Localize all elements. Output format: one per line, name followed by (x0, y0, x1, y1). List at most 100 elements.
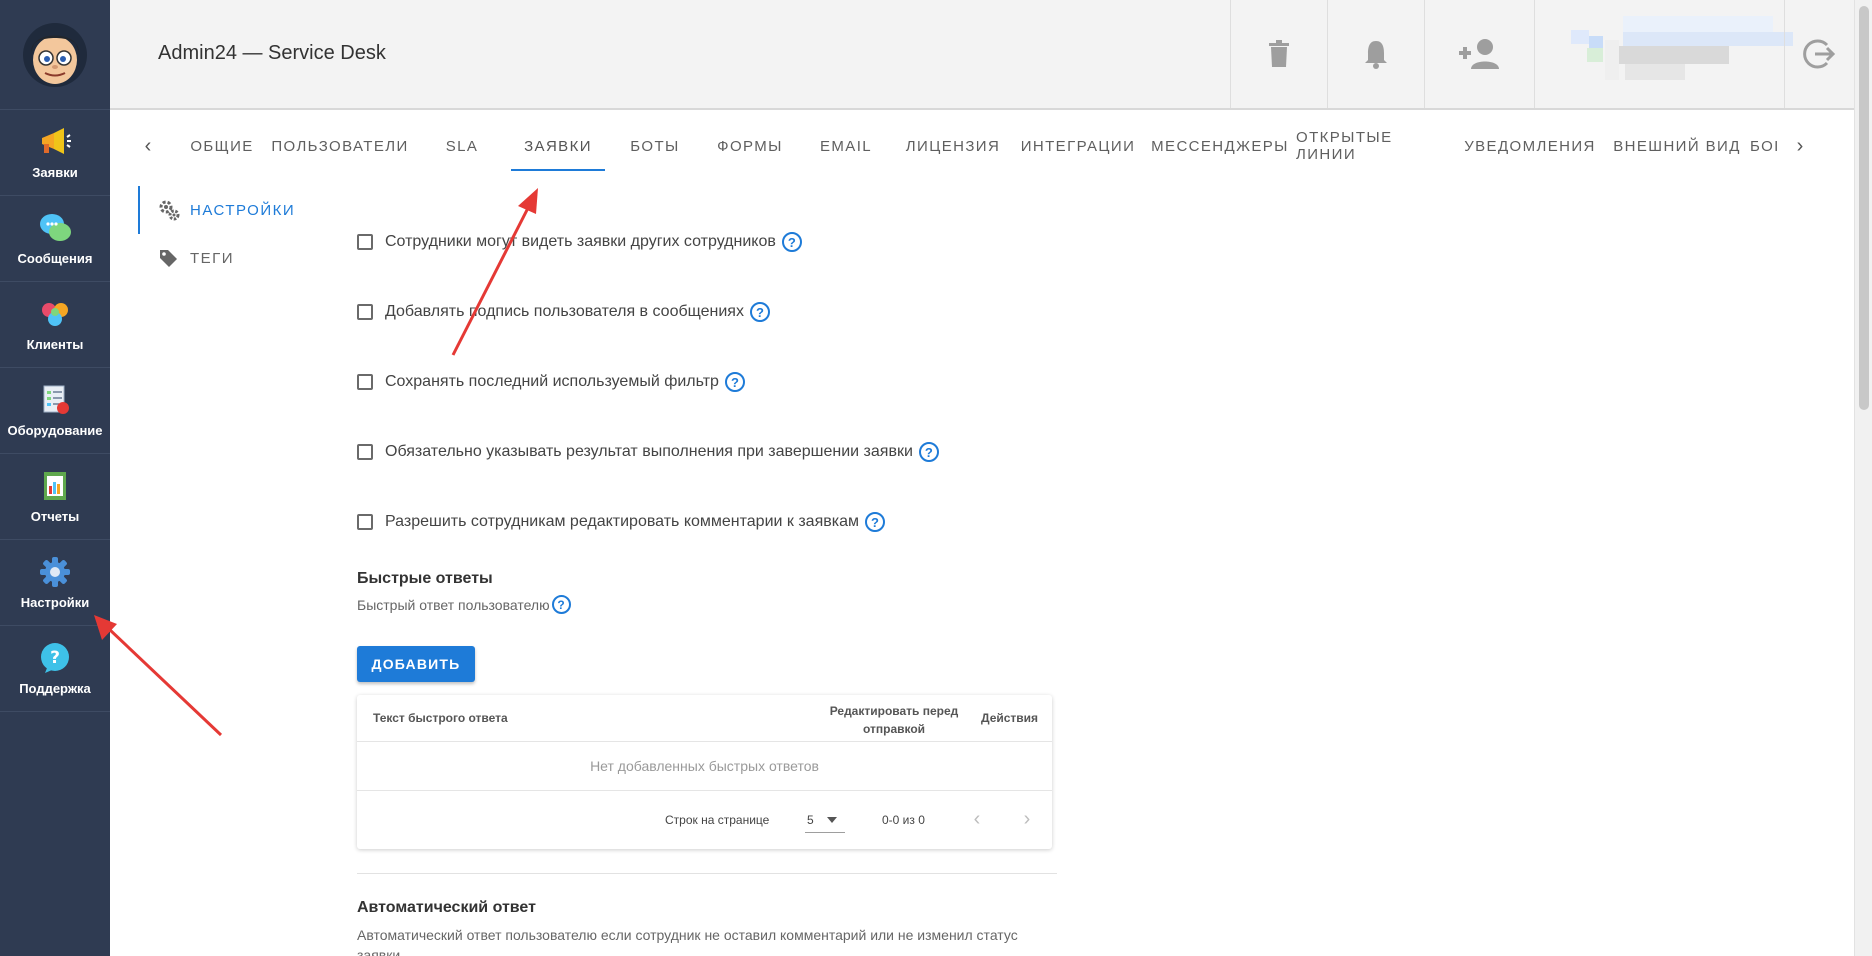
rows-per-page-select[interactable]: 5 (805, 805, 845, 833)
tab-more-truncated[interactable]: БОІ (1750, 120, 1780, 172)
tab-requests[interactable]: ЗАЯВКИ (511, 120, 605, 172)
checkbox[interactable] (357, 444, 373, 460)
rows-per-page-value: 5 (807, 813, 814, 827)
setting-row-signature[interactable]: Добавлять подпись пользователя в сообщен… (357, 298, 770, 326)
next-page-button[interactable]: › (1013, 805, 1041, 833)
help-icon[interactable]: ? (551, 595, 571, 614)
settings-tabs: ‹ ОБЩИЕ ПОЛЬЗОВАТЕЛИ SLA ЗАЯВКИ БОТЫ ФОР… (130, 120, 1820, 172)
help-icon[interactable]: ? (749, 302, 770, 322)
setting-row-see-others[interactable]: Сотрудники могут видеть заявки других со… (357, 228, 802, 256)
tab-integrations[interactable]: ИНТЕГРАЦИИ (1012, 120, 1144, 172)
col-header-actions: Действия (981, 711, 1039, 725)
tab-open-lines[interactable]: ОТКРЫТЫЕ ЛИНИИ (1296, 120, 1458, 172)
tabs-scroll-left-button[interactable]: ‹ (130, 120, 166, 172)
col-header-edit[interactable]: Редактировать перед отправкой (809, 702, 979, 738)
tab-bots[interactable]: БОТЫ (612, 120, 698, 172)
chevron-right-icon: › (1023, 807, 1031, 830)
table-pagination: Строк на странице 5 0-0 из 0 ‹ › (357, 791, 1052, 849)
svg-text:?: ? (50, 648, 60, 668)
sidebar-item-requests[interactable]: Заявки (0, 110, 110, 196)
tags-icon (158, 247, 180, 269)
tab-license[interactable]: ЛИЦЕНЗИЯ (892, 120, 1014, 172)
submenu-item-label: НАСТРОЙКИ (190, 201, 296, 219)
auto-reply-title: Автоматический ответ (357, 899, 536, 916)
section-divider (357, 873, 1057, 874)
help-icon[interactable]: ? (781, 232, 802, 252)
arrow-to-requests-tab (451, 188, 538, 356)
sidebar-item-support[interactable]: ? Поддержка (0, 626, 110, 712)
table-header: Текст быстрого ответа Редактировать пере… (357, 695, 1052, 742)
help-icon[interactable]: ? (865, 512, 885, 532)
setting-row-edit-comments[interactable]: Разрешить сотрудникам редактировать комм… (357, 508, 885, 536)
sidebar-item-clients[interactable]: Клиенты (0, 282, 110, 368)
settings-submenu: НАСТРОЙКИ ТЕГИ (138, 186, 318, 282)
submenu-item-settings[interactable]: НАСТРОЙКИ (138, 186, 318, 234)
tab-notifications[interactable]: УВЕДОМЛЕНИЯ (1456, 120, 1604, 172)
setting-label: Разрешить сотрудникам редактировать комм… (385, 513, 859, 530)
sidebar-item-label: Оборудование (7, 423, 103, 438)
sidebar-item-reports[interactable]: Отчеты (0, 454, 110, 540)
megaphone-icon (38, 125, 72, 159)
sidebar-item-settings[interactable]: Настройки (0, 540, 110, 626)
quick-replies-subtitle: Быстрый ответ пользователю ? (357, 595, 571, 614)
page-scrollbar[interactable] (1854, 0, 1872, 956)
auto-reply-description-line2: заявки (357, 947, 401, 956)
sidebar-item-label: Поддержка (19, 681, 91, 696)
sidebar-item-label: Клиенты (26, 337, 84, 352)
checkbox[interactable] (357, 514, 373, 530)
col-header-edit-line2: отправкой (862, 722, 926, 736)
col-header-edit-line1: Редактировать перед (829, 704, 959, 718)
setting-label: Сохранять последний используемый фильтр (385, 373, 719, 390)
quick-replies-subtitle-text: Быстрый ответ пользователю (357, 596, 550, 613)
add-user-button[interactable] (1424, 0, 1534, 108)
arrow-to-settings-item (94, 615, 223, 737)
logout-button[interactable] (1784, 0, 1854, 108)
checkbox[interactable] (357, 374, 373, 390)
sidebar-item-messages[interactable]: Сообщения (0, 196, 110, 282)
chevron-left-icon: ‹ (144, 134, 152, 157)
help-icon[interactable]: ? (724, 372, 745, 392)
chevron-left-icon: ‹ (973, 807, 981, 830)
submenu-item-label: ТЕГИ (190, 249, 235, 267)
gear-icon (38, 555, 72, 589)
setting-label: Сотрудники могут видеть заявки других со… (385, 233, 776, 250)
equipment-checklist-icon (38, 383, 72, 417)
setting-row-save-filter[interactable]: Сохранять последний используемый фильтр … (357, 368, 745, 396)
tab-messengers[interactable]: МЕССЕНДЖЕРЫ (1142, 120, 1298, 172)
tab-sla[interactable]: SLA (420, 120, 504, 172)
user-profile-block[interactable] (1534, 0, 1793, 108)
tab-email[interactable]: EMAIL (800, 120, 892, 172)
report-chart-icon (38, 469, 72, 503)
checkbox[interactable] (357, 234, 373, 250)
tab-forms[interactable]: ФОРМЫ (702, 120, 798, 172)
notifications-button[interactable] (1327, 0, 1424, 108)
pagination-range: 0-0 из 0 (882, 813, 925, 827)
trash-button[interactable] (1230, 0, 1327, 108)
submenu-item-tags[interactable]: ТЕГИ (138, 234, 318, 282)
scrollbar-thumb[interactable] (1859, 6, 1869, 410)
add-user-icon (1458, 39, 1499, 69)
top-header: Admin24 — Service Desk (110, 0, 1854, 110)
table-empty-message: Нет добавленных быстрых ответов (357, 742, 1052, 791)
tab-appearance[interactable]: ВНЕШНИЙ ВИД (1602, 120, 1752, 172)
checkbox[interactable] (357, 304, 373, 320)
chevron-right-icon: › (1796, 134, 1804, 157)
logout-icon (1802, 39, 1835, 69)
app-root: Заявки Сообщения Клиенты Оборудование От… (0, 0, 1872, 956)
col-header-text[interactable]: Текст быстрого ответа (373, 711, 508, 725)
clients-hearts-icon (38, 297, 72, 331)
avatar[interactable] (0, 0, 110, 110)
chat-bubbles-icon (38, 211, 72, 245)
tabs-scroll-right-button[interactable]: › (1782, 120, 1818, 172)
quick-replies-table: Текст быстрого ответа Редактировать пере… (357, 695, 1052, 849)
auto-reply-description-line1: Автоматический ответ пользователю если с… (357, 927, 1018, 943)
cartoon-avatar-icon (23, 22, 87, 87)
setting-label: Добавлять подпись пользователя в сообщен… (385, 303, 744, 320)
setting-row-require-result[interactable]: Обязательно указывать результат выполнен… (357, 438, 939, 466)
sidebar-item-equipment[interactable]: Оборудование (0, 368, 110, 454)
prev-page-button[interactable]: ‹ (963, 805, 991, 833)
help-icon[interactable]: ? (918, 442, 939, 462)
tab-users[interactable]: ПОЛЬЗОВАТЕЛИ (271, 120, 407, 172)
add-quick-reply-button[interactable]: ДОБАВИТЬ (357, 646, 475, 682)
tab-general[interactable]: ОБЩИЕ (182, 120, 262, 172)
